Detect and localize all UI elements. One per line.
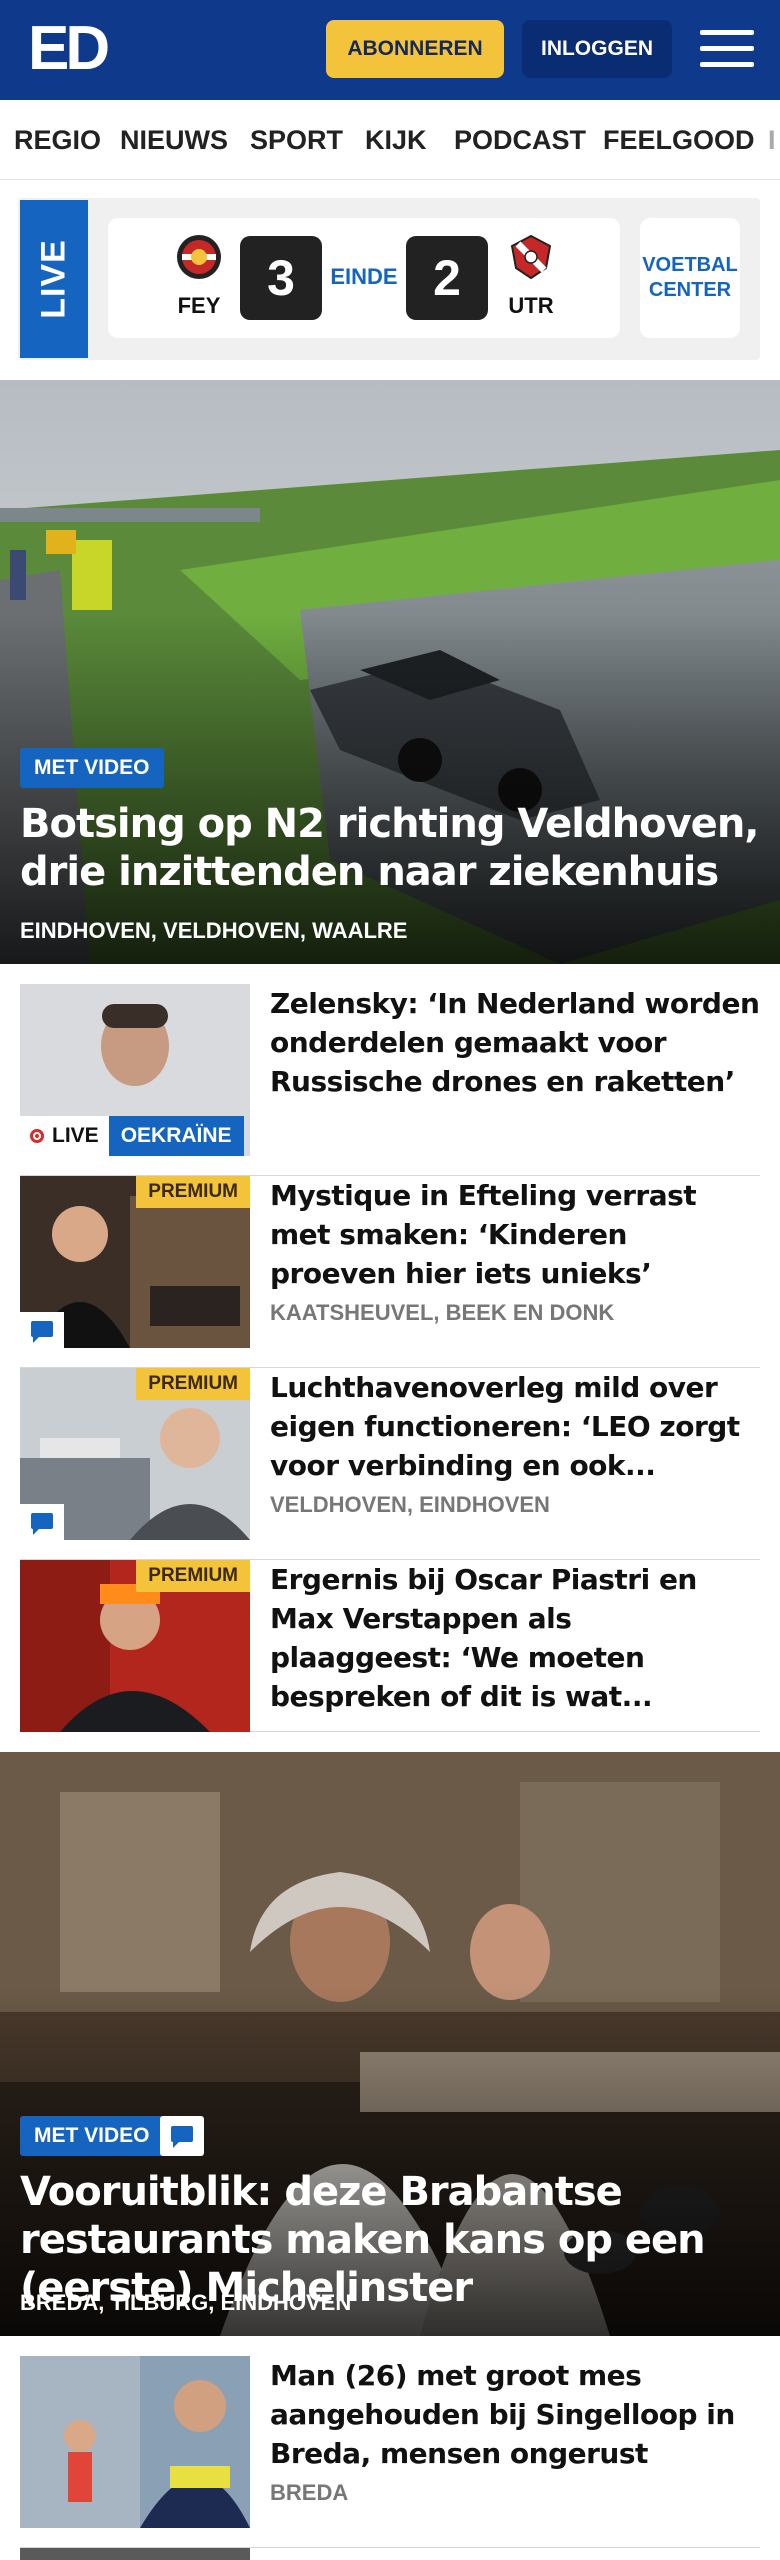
live-topic-label: LIVE OEKRAÏNE — [20, 1116, 244, 1156]
nav-item-feelgood[interactable]: FEELGOOD — [603, 100, 755, 179]
article-thumbnail: LIVE OEKRAÏNE — [20, 984, 250, 1156]
video-tag: MET VIDEO — [20, 2116, 164, 2156]
next-article-thumbnail — [20, 2548, 250, 2560]
subscribe-button[interactable]: ABONNEREN — [326, 20, 504, 78]
police-singelloop-photo — [20, 2356, 250, 2528]
premium-badge: PREMIUM — [136, 1368, 250, 1400]
nav-item-sport[interactable]: SPORT — [250, 100, 343, 179]
article-thumbnail: PREMIUM — [20, 1368, 250, 1540]
home-score: 3 — [240, 236, 322, 320]
feyenoord-crest-icon — [177, 235, 221, 279]
fc-utrecht-crest-icon — [510, 234, 552, 280]
site-logo[interactable]: ED — [28, 18, 116, 80]
away-score: 2 — [406, 236, 488, 320]
comment-icon — [20, 1312, 64, 1348]
hamburger-menu-icon[interactable] — [700, 26, 754, 70]
live-score-widget: LIVE FEY 3 EINDE 2 UTR VOETBAL CENTER — [18, 198, 760, 360]
article-thumbnail: PREMIUM — [20, 1176, 250, 1348]
comment-icon — [160, 2116, 204, 2156]
match-score-card[interactable]: FEY 3 EINDE 2 UTR — [108, 218, 620, 338]
article-luchthaven[interactable]: PREMIUM Luchthavenoverleg mild over eige… — [20, 1368, 760, 1560]
nav-item-nieuws[interactable]: NIEUWS — [120, 100, 228, 179]
article-efteling[interactable]: PREMIUM Mystique in Efteling verrast met… — [20, 1176, 760, 1368]
hero-gradient — [0, 613, 780, 964]
article-title[interactable]: Mystique in Efteling verrast met smaken:… — [270, 1176, 760, 1293]
article-title[interactable]: Zelensky: ‘In Nederland worden onderdele… — [270, 984, 760, 1101]
hero-locations: EINDHOVEN, VELDHOVEN, WAALRE — [20, 918, 408, 943]
live-tab: LIVE — [20, 200, 88, 358]
article-title[interactable]: Man (26) met groot mes aangehouden bij S… — [270, 2356, 760, 2473]
hero-locations: BREDA, TILBURG, EINDHOVEN — [20, 2290, 352, 2315]
nav-item-podcast[interactable]: PODCAST — [454, 100, 586, 179]
article-locations: KAATSHEUVEL, BEEK EN DONK — [270, 1300, 615, 1325]
login-button[interactable]: INLOGGEN — [522, 20, 672, 78]
article-thumbnail: PREMIUM — [20, 1560, 250, 1732]
article-title[interactable]: Luchthavenoverleg mild over eigen functi… — [270, 1368, 760, 1485]
main-navigation: REGIO NIEUWS SPORT KIJK PODCAST FEELGOOD… — [0, 100, 780, 180]
article-locations: BREDA — [270, 2480, 349, 2505]
premium-badge: PREMIUM — [136, 1176, 250, 1208]
nav-item-kijk[interactable]: KIJK — [365, 100, 427, 179]
nav-item-regio[interactable]: REGIO — [14, 100, 101, 179]
premium-badge: PREMIUM — [136, 1560, 250, 1592]
video-tag: MET VIDEO — [20, 748, 164, 788]
hero-article-michelin[interactable]: MET VIDEO Vooruitblik: deze Brabantse re… — [0, 1752, 780, 2336]
site-header: ED ABONNEREN INLOGGEN — [0, 0, 780, 100]
comment-icon — [20, 1504, 64, 1540]
article-piastri[interactable]: PREMIUM Ergernis bij Oscar Piastri en Ma… — [20, 1560, 760, 1732]
article-title[interactable]: Ergernis bij Oscar Piastri en Max Versta… — [270, 1560, 760, 1716]
live-dot-icon — [30, 1129, 44, 1143]
hero-article-crash[interactable]: MET VIDEO Botsing op N2 richting Veldhov… — [0, 380, 780, 964]
article-zelensky[interactable]: LIVE OEKRAÏNE Zelensky: ‘In Nederland wo… — [20, 984, 760, 1176]
article-thumbnail — [20, 2356, 250, 2528]
match-status: EINDE — [330, 264, 398, 289]
article-singelloop[interactable]: Man (26) met groot mes aangehouden bij S… — [20, 2356, 760, 2548]
away-team: UTR — [496, 234, 566, 319]
hero-title[interactable]: Botsing op N2 richting Veldhoven, drie i… — [20, 800, 760, 896]
article-locations: VELDHOVEN, EINDHOVEN — [270, 1492, 550, 1517]
home-team: FEY — [164, 234, 234, 319]
nav-item-overflow[interactable]: I — [768, 100, 776, 179]
voetbal-center-button[interactable]: VOETBAL CENTER — [640, 218, 740, 338]
